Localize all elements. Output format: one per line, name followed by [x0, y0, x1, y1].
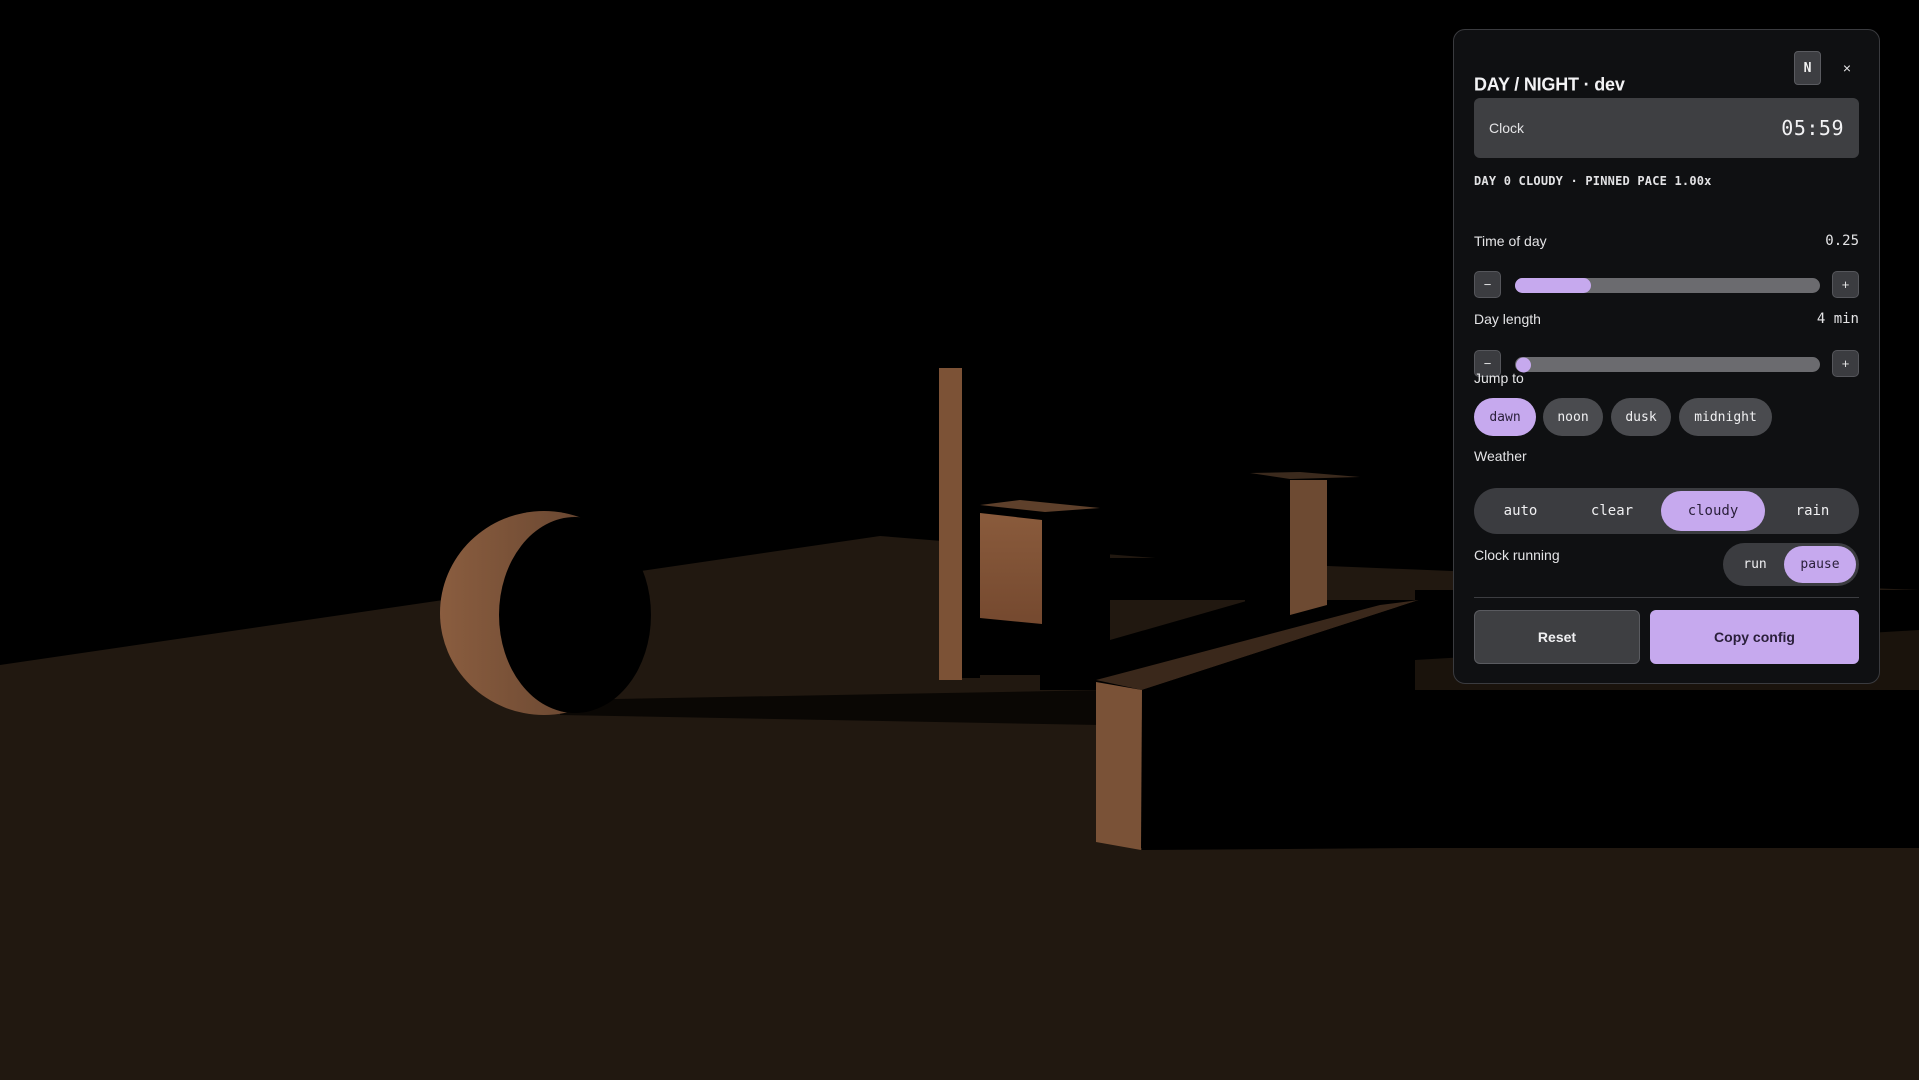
pillar-side — [962, 370, 980, 678]
jump-dusk-button[interactable]: dusk — [1611, 398, 1671, 436]
time-of-day-slider-fill — [1515, 278, 1592, 293]
weather-label: Weather — [1474, 448, 1527, 464]
clock-pause-option[interactable]: pause — [1784, 546, 1856, 583]
reset-button[interactable]: Reset — [1474, 610, 1640, 664]
jump-to-label: Jump to — [1474, 370, 1524, 386]
clock-value: 05:59 — [1781, 116, 1844, 140]
day-length-slider[interactable] — [1515, 357, 1820, 372]
divider — [1474, 597, 1859, 598]
jump-midnight-button[interactable]: midnight — [1679, 398, 1772, 436]
status-line: DAY 0 CLOUDY · PINNED PACE 1.00x — [1474, 174, 1712, 188]
cube-side — [1042, 512, 1098, 628]
close-icon: × — [1842, 60, 1852, 76]
clock-label: Clock — [1489, 120, 1525, 136]
time-of-day-label: Time of day — [1474, 233, 1547, 249]
time-of-day-slider[interactable] — [1515, 278, 1820, 293]
right-pillar-side — [1245, 478, 1290, 615]
close-button[interactable]: × — [1833, 54, 1861, 82]
time-of-day-value: 0.25 — [1825, 233, 1859, 249]
day-length-label: Day length — [1474, 311, 1541, 327]
weather-segmented-control: auto clear cloudy rain — [1474, 488, 1859, 534]
time-of-day-increment-button[interactable]: + — [1832, 271, 1859, 298]
clock-running-label: Clock running — [1474, 547, 1560, 563]
pillar — [939, 368, 962, 680]
copy-config-button[interactable]: Copy config — [1650, 610, 1859, 664]
clock-readout: Clock 05:59 — [1474, 98, 1859, 158]
weather-rain-option[interactable]: rain — [1770, 491, 1855, 531]
weather-auto-option[interactable]: auto — [1478, 491, 1563, 531]
wall-shadow — [1098, 558, 1248, 600]
cube-front — [980, 513, 1042, 624]
long-box-front — [1096, 682, 1142, 850]
day-length-value: 4 min — [1816, 311, 1859, 327]
clock-run-option[interactable]: run — [1727, 546, 1783, 583]
hotkey-badge[interactable]: N — [1794, 51, 1821, 85]
jump-dawn-button[interactable]: dawn — [1474, 398, 1536, 436]
weather-cloudy-option[interactable]: cloudy — [1661, 491, 1765, 531]
day-length-increment-button[interactable]: + — [1832, 350, 1859, 377]
weather-clear-option[interactable]: clear — [1568, 491, 1656, 531]
jump-noon-button[interactable]: noon — [1543, 398, 1603, 436]
panel-title: DAY / NIGHT · dev — [1474, 74, 1625, 95]
right-pillar — [1290, 480, 1327, 615]
time-of-day-decrement-button[interactable]: − — [1474, 271, 1501, 298]
day-night-panel: DAY / NIGHT · dev N × Clock 05:59 DAY 0 … — [1453, 29, 1880, 684]
sphere-shadow-side — [499, 517, 651, 713]
clock-running-toggle: run pause — [1723, 543, 1859, 586]
